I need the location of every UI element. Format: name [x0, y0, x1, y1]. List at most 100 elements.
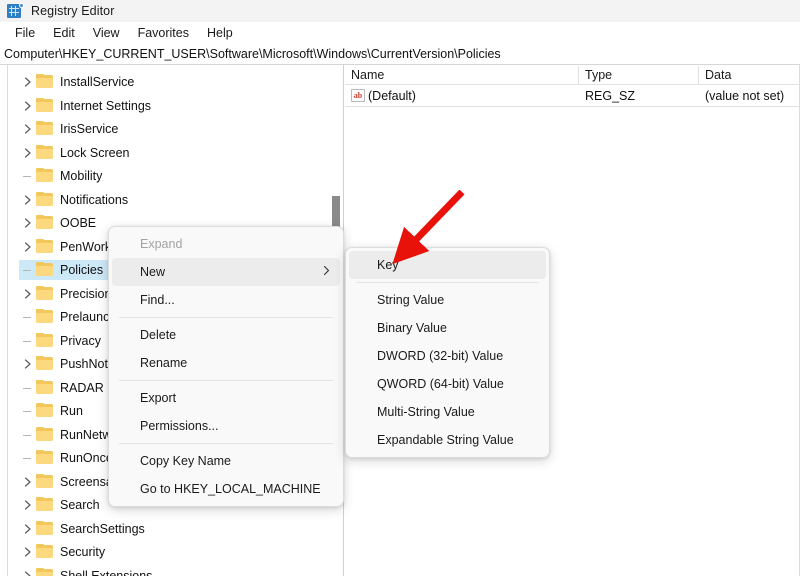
- context-menu-item-label: Rename: [140, 356, 187, 370]
- table-row[interactable]: ab (Default) REG_SZ (value not set): [345, 85, 800, 106]
- menu-view[interactable]: View: [84, 24, 129, 42]
- context-menu-export[interactable]: Export: [112, 384, 340, 412]
- address-bar[interactable]: Computer\HKEY_CURRENT_USER\Software\Micr…: [0, 44, 800, 65]
- window-title: Registry Editor: [31, 4, 114, 18]
- tree-item-mobility[interactable]: Mobility: [0, 165, 102, 187]
- value-name-cell[interactable]: ab (Default): [345, 85, 578, 106]
- tree-scrollbar-thumb[interactable]: [332, 196, 340, 227]
- tree-item-label: Precision: [60, 287, 111, 301]
- submenu-string-value[interactable]: String Value: [349, 286, 546, 314]
- tree-item-label: Mobility: [60, 169, 102, 183]
- tree-item-privacy[interactable]: Privacy: [0, 330, 101, 352]
- submenu-binary-value[interactable]: Binary Value: [349, 314, 546, 342]
- tree-item-lock-screen[interactable]: Lock Screen: [0, 142, 129, 164]
- folder-icon: [36, 240, 53, 254]
- tree-item-security[interactable]: Security: [0, 541, 105, 563]
- tree-item-internet-settings[interactable]: Internet Settings: [0, 95, 151, 117]
- tree-item-oobe[interactable]: OOBE: [0, 212, 96, 234]
- submenu-qword-64-bit-value[interactable]: QWORD (64-bit) Value: [349, 370, 546, 398]
- folder-icon: [36, 287, 53, 301]
- tree-item-label: Privacy: [60, 334, 101, 348]
- tree-item-searchsettings[interactable]: SearchSettings: [0, 518, 145, 540]
- context-menu-copy-key-name[interactable]: Copy Key Name: [112, 447, 340, 475]
- menu-edit[interactable]: Edit: [44, 24, 84, 42]
- tree-item-prelaunch[interactable]: Prelaunch: [0, 306, 116, 328]
- chevron-right-icon[interactable]: [20, 148, 36, 158]
- context-menu-separator: [119, 380, 333, 381]
- chevron-right-icon[interactable]: [20, 124, 36, 134]
- folder-icon: [36, 522, 53, 536]
- chevron-right-icon[interactable]: [20, 500, 36, 510]
- new-submenu[interactable]: Key String Value Binary Value DWORD (32-bit…: [345, 247, 550, 458]
- submenu-item-label: Key: [377, 258, 399, 272]
- tree-item-shell-extensions[interactable]: Shell Extensions: [0, 565, 152, 576]
- tree-item-run[interactable]: Run: [0, 400, 83, 422]
- context-menu-item-label: Export: [140, 391, 176, 405]
- chevron-right-icon: [323, 266, 330, 279]
- submenu-item-label: Binary Value: [377, 321, 447, 335]
- tree-item-runonce[interactable]: RunOnce: [0, 447, 113, 469]
- folder-icon: [36, 216, 53, 230]
- values-column-headers: Name Type Data: [345, 65, 800, 85]
- value-name-text: (Default): [368, 89, 416, 103]
- submenu-multi-string-value[interactable]: Multi-String Value: [349, 398, 546, 426]
- chevron-right-icon[interactable]: [20, 289, 36, 299]
- value-data-cell: (value not set): [699, 85, 800, 106]
- tree-item-search[interactable]: Search: [0, 494, 100, 516]
- context-menu-separator: [119, 443, 333, 444]
- tree-item-label: Shell Extensions: [60, 569, 152, 576]
- column-header-data[interactable]: Data: [699, 65, 800, 85]
- submenu-key[interactable]: Key: [349, 251, 546, 279]
- tree-item-label: Policies: [60, 263, 103, 277]
- registry-path: Computer\HKEY_CURRENT_USER\Software\Micr…: [4, 47, 501, 61]
- chevron-right-icon[interactable]: [20, 547, 36, 557]
- folder-icon: [36, 357, 53, 371]
- column-header-name[interactable]: Name: [345, 65, 578, 85]
- context-menu-find[interactable]: Find...: [112, 286, 340, 314]
- context-menu[interactable]: Expand New Find... Delete Rename Export Permis…: [108, 226, 344, 507]
- tree-item-label: InstallService: [60, 75, 134, 89]
- context-menu-permissions[interactable]: Permissions...: [112, 412, 340, 440]
- context-menu-item-label: New: [140, 265, 165, 279]
- context-menu-item-label: Find...: [140, 293, 175, 307]
- tree-item-radar[interactable]: RADAR: [0, 377, 104, 399]
- context-menu-new[interactable]: New: [112, 258, 340, 286]
- context-menu-delete[interactable]: Delete: [112, 321, 340, 349]
- context-menu-rename[interactable]: Rename: [112, 349, 340, 377]
- menu-favorites[interactable]: Favorites: [129, 24, 198, 42]
- chevron-right-icon[interactable]: [20, 77, 36, 87]
- submenu-dword-32-bit-value[interactable]: DWORD (32-bit) Value: [349, 342, 546, 370]
- tree-item-installservice[interactable]: InstallService: [0, 71, 134, 93]
- chevron-right-icon[interactable]: [20, 218, 36, 228]
- menu-help[interactable]: Help: [198, 24, 242, 42]
- chevron-right-icon[interactable]: [20, 195, 36, 205]
- submenu-item-label: QWORD (64-bit) Value: [377, 377, 504, 391]
- tree-item-policies[interactable]: Policies: [0, 259, 103, 281]
- chevron-right-icon[interactable]: [20, 524, 36, 534]
- tree-item-label: Notifications: [60, 193, 128, 207]
- context-menu-go-to-hkey-local-machine[interactable]: Go to HKEY_LOCAL_MACHINE: [112, 475, 340, 503]
- tree-item-notifications[interactable]: Notifications: [0, 189, 128, 211]
- context-menu-item-label: Delete: [140, 328, 176, 342]
- chevron-right-icon[interactable]: [20, 571, 36, 576]
- chevron-right-icon[interactable]: [20, 477, 36, 487]
- tree-item-irisservice[interactable]: IrisService: [0, 118, 118, 140]
- folder-icon: [36, 498, 53, 512]
- menu-file[interactable]: File: [6, 24, 44, 42]
- tree-item-precision[interactable]: Precision: [0, 283, 111, 305]
- menu-bar: File Edit View Favorites Help: [0, 22, 800, 44]
- chevron-right-icon[interactable]: [20, 359, 36, 369]
- column-header-type[interactable]: Type: [579, 65, 698, 85]
- values-row-divider: [345, 106, 800, 107]
- chevron-right-icon[interactable]: [20, 101, 36, 111]
- registry-editor-window: Registry Editor File Edit View Favorites…: [0, 0, 800, 576]
- chevron-right-icon[interactable]: [20, 242, 36, 252]
- tree-item-label: Security: [60, 545, 105, 559]
- context-menu-item-label: Go to HKEY_LOCAL_MACHINE: [140, 482, 321, 496]
- submenu-expandable-string-value[interactable]: Expandable String Value: [349, 426, 546, 454]
- folder-icon: [36, 334, 53, 348]
- tree-item-label: OOBE: [60, 216, 96, 230]
- submenu-item-label: String Value: [377, 293, 444, 307]
- context-menu-item-label: Expand: [140, 237, 182, 251]
- context-menu-item-label: Permissions...: [140, 419, 219, 433]
